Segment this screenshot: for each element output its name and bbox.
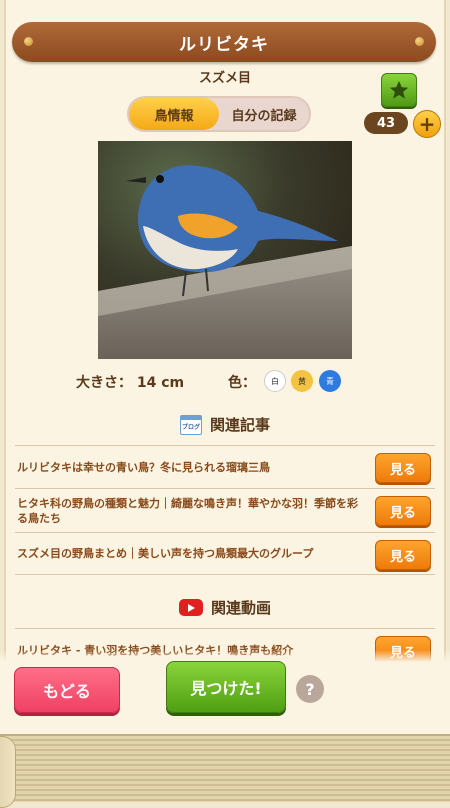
banner-rivet <box>415 37 424 46</box>
size-value: 14 cm <box>136 375 185 391</box>
related-videos-title: 関連動画 <box>210 599 271 617</box>
article-title: ヒタキ科の野鳥の種類と魅力｜綺麗な鳴き声！華やかな羽！季節を彩る鳥たち <box>17 496 358 525</box>
star-icon <box>389 80 409 99</box>
color-label: 色： <box>228 375 256 391</box>
book-bottom-decoration <box>0 734 450 802</box>
color-swatch-white: 白 <box>264 370 286 392</box>
list-item: スズメ目の野鳥まとめ｜美しい声を持つ鳥類最大のグループ 見る <box>15 532 435 575</box>
back-button[interactable]: もどる <box>14 667 120 713</box>
size-label: 大きさ： <box>76 375 132 391</box>
plus-icon: + <box>418 112 436 136</box>
color-swatch-blue: 青 <box>319 370 341 392</box>
list-item: ルリビタキは幸せの青い鳥？冬に見られる瑠璃三鳥 見る <box>15 445 435 488</box>
book-roll-decoration <box>0 736 16 808</box>
help-button[interactable]: ? <box>296 675 324 703</box>
blog-icon: ブログ <box>179 414 202 435</box>
see-button[interactable]: 見る <box>375 496 431 526</box>
favorite-star-button[interactable] <box>381 73 417 107</box>
tab-my-records[interactable]: 自分の記録 <box>219 98 309 130</box>
see-button[interactable]: 見る <box>375 540 431 570</box>
article-list: ルリビタキは幸せの青い鳥？冬に見られる瑠璃三鳥 見る ヒタキ科の野鳥の種類と魅力… <box>15 445 435 575</box>
color-swatch-yellow: 黄 <box>291 370 313 392</box>
related-articles-heading: ブログ 関連記事 <box>0 414 450 435</box>
bird-name: ルリビタキ <box>179 34 269 55</box>
youtube-icon <box>178 599 203 616</box>
size-info: 大きさ： 14 cm <box>76 372 184 392</box>
list-item: ヒタキ科の野鳥の種類と魅力｜綺麗な鳴き声！華やかな羽！季節を彩る鳥たち 見る <box>15 488 435 532</box>
article-title: ルリビタキは幸せの青い鳥？冬に見られる瑠璃三鳥 <box>17 460 270 474</box>
info-tabs: 鳥情報 自分の記録 <box>127 96 311 132</box>
related-articles-title: 関連記事 <box>209 416 270 434</box>
found-button[interactable]: 見つけた! <box>166 661 286 713</box>
article-title: スズメ目の野鳥まとめ｜美しい声を持つ鳥類最大のグループ <box>17 547 314 560</box>
bird-photo <box>98 141 352 359</box>
see-button[interactable]: 見る <box>375 453 431 483</box>
add-coins-button[interactable]: + <box>413 110 441 138</box>
title-banner: ルリビタキ <box>12 22 436 62</box>
banner-rivet <box>24 37 33 46</box>
blog-icon-label: ブログ <box>181 423 200 431</box>
coin-count: 43 <box>364 112 408 134</box>
related-videos-heading: 関連動画 <box>0 597 450 618</box>
tab-bird-info[interactable]: 鳥情報 <box>129 98 219 130</box>
